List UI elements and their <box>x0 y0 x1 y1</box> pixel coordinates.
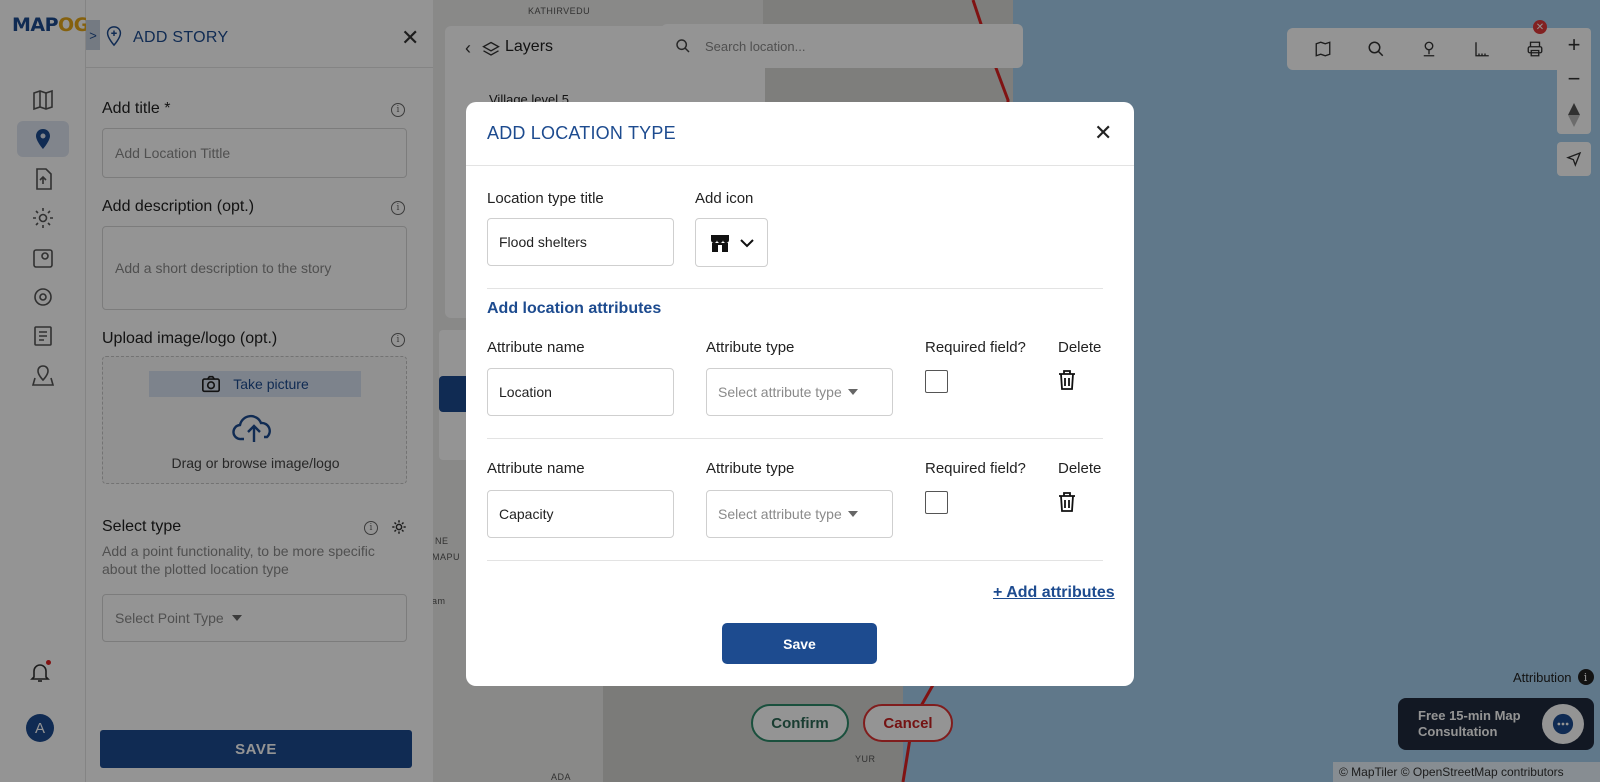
attribute-type-label: Attribute type <box>706 460 795 477</box>
add-attributes-link[interactable]: + Add attributes <box>993 584 1115 602</box>
modal-header: ADD LOCATION TYPE ✕ <box>466 102 1134 166</box>
required-field-label: Required field? <box>925 339 1026 356</box>
attribute-type-placeholder: Select attribute type <box>718 384 842 400</box>
attribute-type-select[interactable]: Select attribute type <box>706 368 893 416</box>
divider <box>487 560 1103 561</box>
delete-label: Delete <box>1058 460 1102 477</box>
divider <box>487 438 1103 439</box>
required-checkbox[interactable] <box>925 491 948 514</box>
modal-title: ADD LOCATION TYPE <box>487 123 676 143</box>
type-title-input[interactable]: Flood shelters <box>487 218 674 266</box>
caret-down-icon <box>847 511 858 517</box>
delete-label: Delete <box>1058 339 1102 356</box>
trash-icon[interactable] <box>1058 492 1076 512</box>
trash-icon[interactable] <box>1058 370 1076 390</box>
attribute-type-label: Attribute type <box>706 339 795 356</box>
modal-save-button[interactable]: Save <box>722 623 877 664</box>
add-icon-label: Add icon <box>695 190 754 207</box>
attribute-name-label: Attribute name <box>487 339 585 356</box>
icon-select-dropdown[interactable] <box>695 218 768 267</box>
close-modal-button[interactable]: ✕ <box>1094 120 1112 146</box>
add-location-type-modal: ADD LOCATION TYPE ✕ Location type title … <box>466 102 1134 686</box>
attribute-type-select[interactable]: Select attribute type <box>706 490 893 538</box>
caret-down-icon <box>847 389 858 395</box>
attribute-name-input[interactable]: Capacity <box>487 490 674 538</box>
type-title-label: Location type title <box>487 190 604 207</box>
chevron-down-icon <box>739 238 754 247</box>
attributes-section-title: Add location attributes <box>487 300 662 317</box>
required-field-label: Required field? <box>925 460 1026 477</box>
divider <box>487 288 1103 289</box>
attribute-type-placeholder: Select attribute type <box>718 506 842 522</box>
required-checkbox[interactable] <box>925 370 948 393</box>
attribute-name-label: Attribute name <box>487 460 585 477</box>
attribute-name-input[interactable]: Location <box>487 368 674 416</box>
store-icon <box>710 234 729 252</box>
